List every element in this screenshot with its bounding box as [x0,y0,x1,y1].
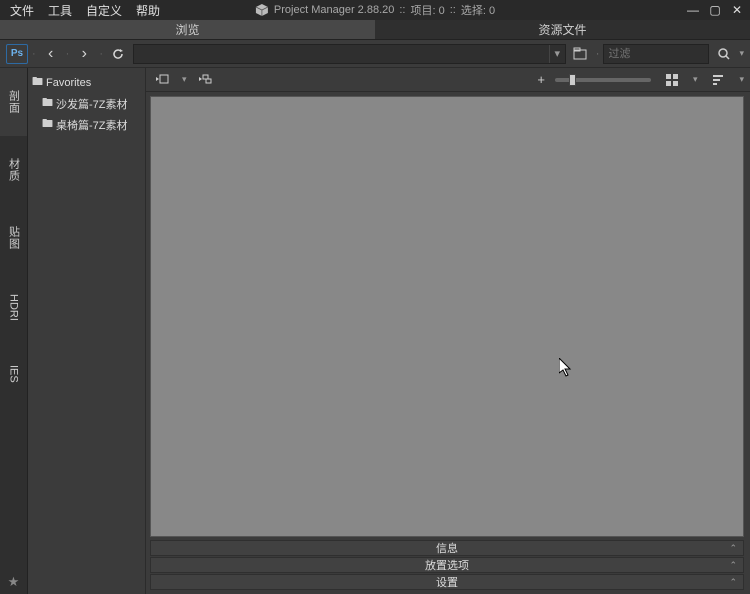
main-tabbar: 浏览 资源文件 [0,20,750,40]
tree-root-label: Favorites [46,77,91,89]
collapse-icon: ⌃ [729,560,737,571]
selection-count: 选择: 0 [461,2,495,18]
panel-placement-label: 放置选项 [425,557,469,573]
project-count: 项目: 0 [411,2,445,18]
side-tabstrip: 剖面 材质 贴图 HDRI IES ★ [0,68,28,594]
sidetab-materials[interactable]: 材质 [0,136,27,204]
tree-item[interactable]: 🖿 桌椅篇-7Z素材 [28,114,145,135]
menu-file[interactable]: 文件 [10,2,34,19]
sort-button[interactable] [707,70,729,90]
tree-item[interactable]: 🖿 沙发篇-7Z素材 [28,93,145,114]
tab-resources[interactable]: 资源文件 [375,20,750,40]
place-button[interactable] [152,70,174,90]
plus-icon: + [537,72,545,87]
toolbar-separator: · [32,48,36,60]
ct-dropdown[interactable]: ▾ [182,74,187,85]
refresh-button[interactable] [107,44,129,64]
sidetab-models[interactable]: 剖面 [0,68,27,136]
panel-settings[interactable]: 设置 ⌃ [150,574,744,590]
panel-settings-label: 设置 [436,574,458,590]
path-dropdown[interactable]: ▾ [549,45,565,63]
content-toolbar: ▾ + ▾ ▾ [146,68,750,92]
panel-placement[interactable]: 放置选项 ⌃ [150,557,744,573]
search-button[interactable] [713,44,735,64]
content-area: ▾ + ▾ ▾ [146,68,750,594]
view-dropdown[interactable]: ▾ [693,74,698,85]
maximize-button[interactable]: ▢ [708,3,722,17]
favorites-star-button[interactable]: ★ [0,574,27,590]
tree-item-label: 沙发篇-7Z素材 [56,96,128,112]
thumbnail-viewport[interactable] [150,96,744,537]
menu-tools[interactable]: 工具 [48,2,72,19]
slider-thumb[interactable] [569,74,576,86]
main-body: 剖面 材质 贴图 HDRI IES ★ 🖿 Favorites 🖿 沙发篇-7Z… [0,68,750,594]
tree-item-label: 桌椅篇-7Z素材 [56,117,128,133]
menu-help[interactable]: 帮助 [136,2,160,19]
title-sep1: :: [399,4,405,16]
panel-info-label: 信息 [436,540,458,556]
menu-custom[interactable]: 自定义 [86,2,122,19]
collapse-icon: ⌃ [729,577,737,588]
ps-button[interactable]: Ps [6,44,28,64]
folder-tree: 🖿 Favorites 🖿 沙发篇-7Z素材 🖿 桌椅篇-7Z素材 [28,68,146,594]
window-buttons: — ▢ ✕ [686,3,744,17]
nav-back-button[interactable]: ‹ [40,44,62,64]
collapse-icon: ⌃ [729,543,737,554]
toolbar-dot: · [596,48,600,60]
folder-icon: 🖿 [42,94,53,113]
thumbnail-size-slider[interactable] [555,78,651,82]
tab-browse[interactable]: 浏览 [0,20,375,40]
menu-bar: 文件 工具 自定义 帮助 [0,2,160,19]
toolbar-separator3: · [99,48,103,60]
app-title: Project Manager 2.88.20 [274,4,394,16]
titlebar: 文件 工具 自定义 帮助 Project Manager 2.88.20 :: … [0,0,750,20]
path-input[interactable]: ▾ [133,44,566,64]
merge-button[interactable] [195,70,217,90]
sidetab-hdri[interactable]: HDRI [0,272,27,343]
content-toolbar-left: ▾ [152,70,217,90]
search-dropdown[interactable]: ▾ [739,48,744,59]
close-button[interactable]: ✕ [730,3,744,17]
toolbar-separator2: · [66,48,70,60]
minimize-button[interactable]: — [686,3,700,17]
app-logo-icon [255,3,269,17]
sidetab-ies[interactable]: IES [0,343,27,405]
app-window: 文件 工具 自定义 帮助 Project Manager 2.88.20 :: … [0,0,750,594]
tree-root-favorites[interactable]: 🖿 Favorites [28,72,145,93]
sort-dropdown[interactable]: ▾ [739,74,744,85]
folder-icon: 🖿 [42,115,53,134]
explorer-button[interactable] [570,44,592,64]
nav-forward-button[interactable]: › [73,44,95,64]
view-grid-button[interactable] [661,70,683,90]
folder-icon: 🖿 [32,73,43,92]
content-toolbar-right: + ▾ ▾ [537,70,744,90]
toolbar: Ps · ‹ · › · ▾ · ▾ [0,40,750,68]
panel-info[interactable]: 信息 ⌃ [150,540,744,556]
sidetab-textures[interactable]: 贴图 [0,204,27,272]
filter-input[interactable] [604,45,708,63]
title-center: Project Manager 2.88.20 :: 项目: 0 :: 选择: … [255,2,495,18]
title-sep2: :: [450,4,456,16]
filter-box [603,44,709,64]
